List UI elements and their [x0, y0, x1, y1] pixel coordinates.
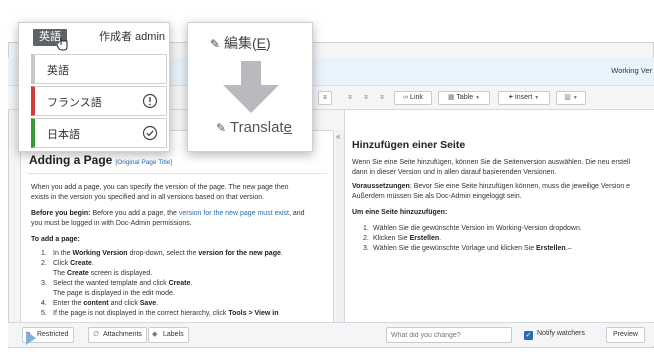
- translation-step: 1. Wählen Sie die gewünschte Version im W…: [363, 225, 582, 232]
- change-comment-input[interactable]: [386, 327, 512, 343]
- arrow-down-icon: [221, 61, 281, 118]
- original-step: 3. Select the wanted template and click C…: [41, 280, 193, 287]
- language-option[interactable]: 英語: [31, 54, 167, 84]
- table-label: Table: [456, 94, 474, 101]
- restricted-label: Restricted: [37, 331, 69, 338]
- original-steps-list: 1. In the Working Version drop-down, sele…: [41, 249, 331, 319]
- chevron-down-icon: ▼: [534, 95, 540, 101]
- original-step: 5. If the page is not displayed in the co…: [41, 310, 279, 317]
- table-button[interactable]: ▦ Table ▼: [438, 91, 490, 105]
- link-label: Link: [410, 94, 423, 101]
- notify-watchers-label: Notify watchers: [537, 330, 585, 337]
- original-step: 4. Enter the content and click Save.: [41, 300, 159, 307]
- translation-step: 2. Klicken Sie Erstellen.: [363, 235, 442, 242]
- play-arrow-icon: [26, 331, 36, 345]
- link-icon: ∞: [403, 94, 409, 101]
- edit-button[interactable]: ✎ 編集(E): [210, 33, 271, 53]
- notify-watchers-checkbox[interactable]: ✓: [524, 331, 533, 340]
- attachments-label: Attachments: [103, 331, 142, 338]
- original-paragraph-2: Before you begin: Before you add a page,…: [31, 210, 305, 227]
- link-button[interactable]: ∞ Link: [394, 91, 432, 105]
- version-link[interactable]: version for the new page must exist: [179, 210, 289, 217]
- translation-paragraph-2[interactable]: Voraussetzungen: Bevor Sie eine Seite hi…: [352, 182, 630, 202]
- align-justify-button[interactable]: ≡: [318, 91, 332, 105]
- pencil-icon: ✎: [210, 37, 221, 51]
- edit-translate-popup: ✎ 編集(E) ✎ Translate: [187, 22, 313, 152]
- translation-pane: Hinzufügen einer Seite Wenn Sie eine Sei…: [344, 110, 654, 326]
- translation-step: 3. Wählen Sie die gewünschte Vorlage und …: [363, 245, 572, 252]
- original-to-add-heading: To add a page:: [31, 236, 80, 243]
- insert-label: Insert: [514, 94, 533, 101]
- insert-button[interactable]: + Insert ▼: [498, 91, 550, 105]
- translation-steps-list[interactable]: 1. Wählen Sie die gewünschte Version im W…: [363, 224, 582, 254]
- original-title-tag: [Original Page Title]: [115, 159, 173, 166]
- original-step: 1. In the Working Version drop-down, sele…: [41, 250, 283, 257]
- table-icon: ▦: [447, 94, 455, 101]
- layout-button[interactable]: ▥ ▼: [556, 91, 586, 105]
- pane-collapse-toggle[interactable]: «: [336, 130, 344, 326]
- language-option-label: フランス語: [47, 97, 102, 109]
- check-circle-icon: [142, 125, 158, 146]
- preview-button[interactable]: Preview: [606, 327, 645, 343]
- align-right-button[interactable]: ≡: [376, 91, 388, 105]
- language-option[interactable]: 日本語: [31, 118, 167, 148]
- chevron-down-icon: ▼: [572, 95, 578, 101]
- attachments-button[interactable]: ∅ Attachments: [88, 327, 147, 343]
- original-step: 2. Click Create.: [41, 260, 94, 267]
- divider: [27, 173, 327, 174]
- align-left-button[interactable]: ≡: [344, 91, 356, 105]
- bottom-bar: ■ Restricted ∅ Attachments ◆ Labels ✓ No…: [8, 322, 654, 346]
- labels-button[interactable]: ◆ Labels: [148, 327, 189, 343]
- paperclip-icon: ∅: [93, 331, 100, 338]
- original-pane: Adding a Page [Original Page Title] When …: [20, 130, 334, 326]
- chevron-down-icon: ▼: [475, 95, 481, 101]
- pencil-icon: ✎: [216, 121, 227, 135]
- original-step: The page is displayed in the edit mode.: [53, 290, 175, 297]
- labels-label: Labels: [163, 331, 184, 338]
- translate-button[interactable]: ✎ Translate: [216, 119, 292, 136]
- original-paragraph-1: When you add a page, you can specify the…: [31, 184, 289, 201]
- language-selector-popup: 英語 作成者 admin 英語 フランス語 日本語: [18, 22, 170, 152]
- translation-steps-heading: Um eine Seite hinzuzufügen:: [352, 209, 448, 216]
- working-version-label[interactable]: Working Ver: [611, 66, 652, 75]
- translation-paragraph-1[interactable]: Wenn Sie eine Seite hinzufügen, können S…: [352, 158, 630, 178]
- original-step: The Create screen is displayed.: [53, 270, 153, 277]
- original-page-title: Adding a Page [Original Page Title]: [29, 153, 173, 167]
- plus-icon: +: [508, 94, 513, 101]
- layout-icon: ▥: [564, 94, 571, 101]
- language-option-label: 英語: [47, 65, 69, 77]
- language-option-label: 日本語: [47, 129, 80, 141]
- author-label: 作成者 admin: [99, 31, 166, 43]
- align-center-button[interactable]: ≡: [360, 91, 372, 105]
- tag-icon: ◆: [152, 331, 158, 338]
- language-option[interactable]: フランス語: [31, 86, 167, 116]
- translation-title: Hinzufügen einer Seite: [352, 139, 466, 151]
- chevron-left-icon: «: [336, 132, 341, 141]
- exclamation-circle-icon: [142, 93, 158, 114]
